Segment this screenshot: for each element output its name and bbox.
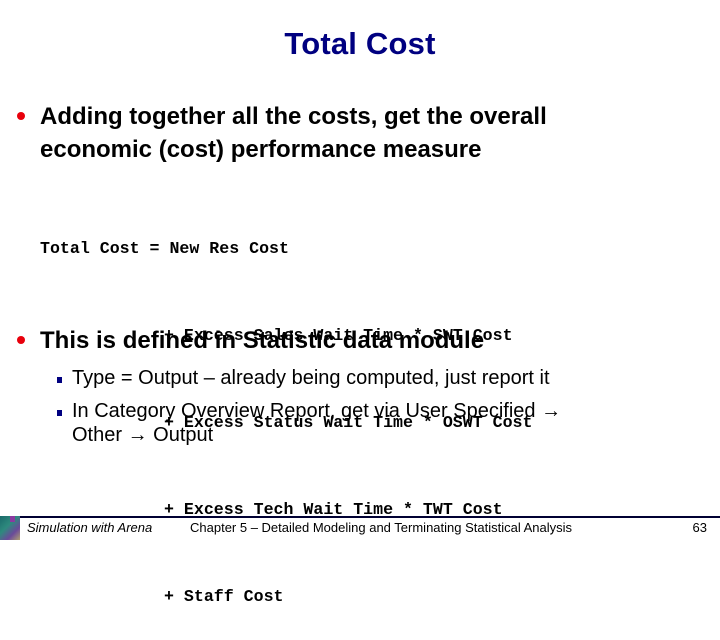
sub-bullet-2-line-1: In Category Overview Report, get via Use…	[72, 400, 562, 422]
footer-divider	[14, 516, 720, 518]
red-dot-bullet-icon	[17, 336, 25, 344]
blue-square-bullet-icon	[57, 377, 62, 383]
sub-bullet-2: In Category Overview Report, get via Use…	[72, 399, 561, 447]
sub-bullet-2-line-2: Other → Output	[72, 424, 214, 446]
red-dot-bullet-icon	[17, 112, 25, 120]
bullet-1: Adding together all the costs, get the o…	[40, 100, 547, 166]
footer-book-title: Simulation with Arena	[27, 520, 153, 535]
formula-line: Total Cost = New Res Cost	[40, 239, 289, 258]
footer-chapter: Chapter 5 – Detailed Modeling and Termin…	[190, 520, 573, 535]
blue-square-bullet-icon	[57, 410, 62, 416]
sub-bullet-1: Type = Output – already being computed, …	[72, 367, 550, 389]
logo-accent	[10, 516, 15, 522]
bullet-1-line-1: Adding together all the costs, get the o…	[40, 103, 547, 130]
formula-line: + Staff Cost	[164, 587, 284, 606]
footer-page-number: 63	[692, 520, 707, 535]
slide-title: Total Cost	[284, 26, 436, 61]
bullet-2: This is defined in Statistic data module	[40, 327, 485, 354]
bullet-1-line-2: economic (cost) performance measure	[40, 136, 482, 163]
